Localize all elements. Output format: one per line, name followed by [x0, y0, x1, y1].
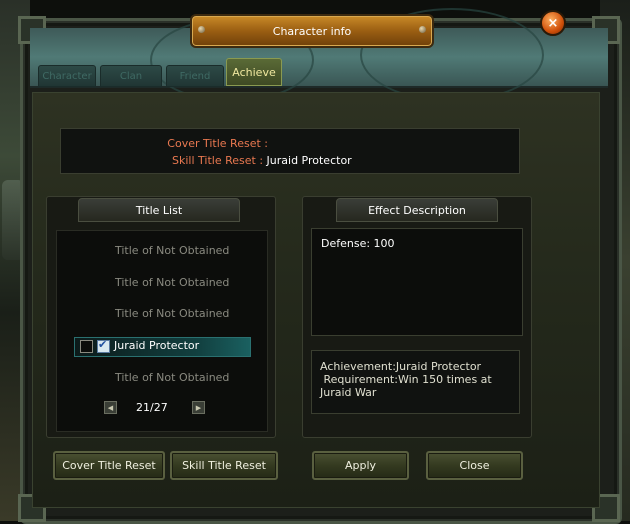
- title-checkbox-skill[interactable]: [97, 338, 110, 353]
- rivet-icon: [419, 26, 426, 33]
- title-list-item[interactable]: Title of Not Obtained: [115, 307, 229, 320]
- skill-title-reset-row: Skill Title Reset : Juraid Protector: [172, 154, 352, 167]
- tab-friend[interactable]: Friend: [166, 65, 224, 87]
- skill-title-reset-value: Juraid Protector: [266, 154, 352, 167]
- window-title-bar[interactable]: Character info: [190, 14, 434, 48]
- effect-description-header: Effect Description: [336, 198, 498, 222]
- selected-title-label: Juraid Protector: [114, 339, 200, 352]
- apply-button[interactable]: Apply: [312, 451, 409, 480]
- cover-title-reset-row: Cover Title Reset :: [167, 137, 268, 150]
- title-list-item[interactable]: Title of Not Obtained: [115, 371, 229, 384]
- arrow-left-icon: ◀: [107, 403, 114, 412]
- close-button[interactable]: Close: [426, 451, 523, 480]
- window-title: Character info: [272, 24, 352, 38]
- prev-page-button[interactable]: ◀: [104, 401, 117, 414]
- effect-description-text: Defense: 100: [321, 237, 395, 250]
- title-list-item[interactable]: Title of Not Obtained: [115, 244, 229, 257]
- title-list-header: Title List: [78, 198, 240, 222]
- title-list-item[interactable]: Title of Not Obtained: [115, 276, 229, 289]
- cover-title-reset-button[interactable]: Cover Title Reset: [53, 451, 165, 480]
- requirement-text: Achievement:Juraid Protector Requirement…: [320, 360, 492, 399]
- skill-title-reset-button[interactable]: Skill Title Reset: [170, 451, 278, 480]
- tab-achieve[interactable]: Achieve: [226, 58, 282, 86]
- tab-clan[interactable]: Clan: [100, 65, 162, 87]
- next-page-button[interactable]: ▶: [192, 401, 205, 414]
- title-reset-info: [60, 128, 520, 174]
- page-indicator: 21/27: [136, 401, 168, 414]
- close-icon: ×: [547, 15, 559, 31]
- skill-title-reset-label: Skill Title Reset :: [172, 154, 264, 167]
- requirement-box: Achievement:Juraid Protector Requirement…: [311, 350, 520, 414]
- rivet-icon: [198, 26, 205, 33]
- arrow-right-icon: ▶: [195, 403, 202, 412]
- tab-character[interactable]: Character: [38, 65, 96, 87]
- title-checkbox-cover[interactable]: [80, 340, 93, 353]
- cover-title-reset-label: Cover Title Reset :: [167, 137, 268, 150]
- effect-description-box: Defense: 100: [311, 228, 523, 336]
- close-window-button[interactable]: ×: [540, 10, 566, 36]
